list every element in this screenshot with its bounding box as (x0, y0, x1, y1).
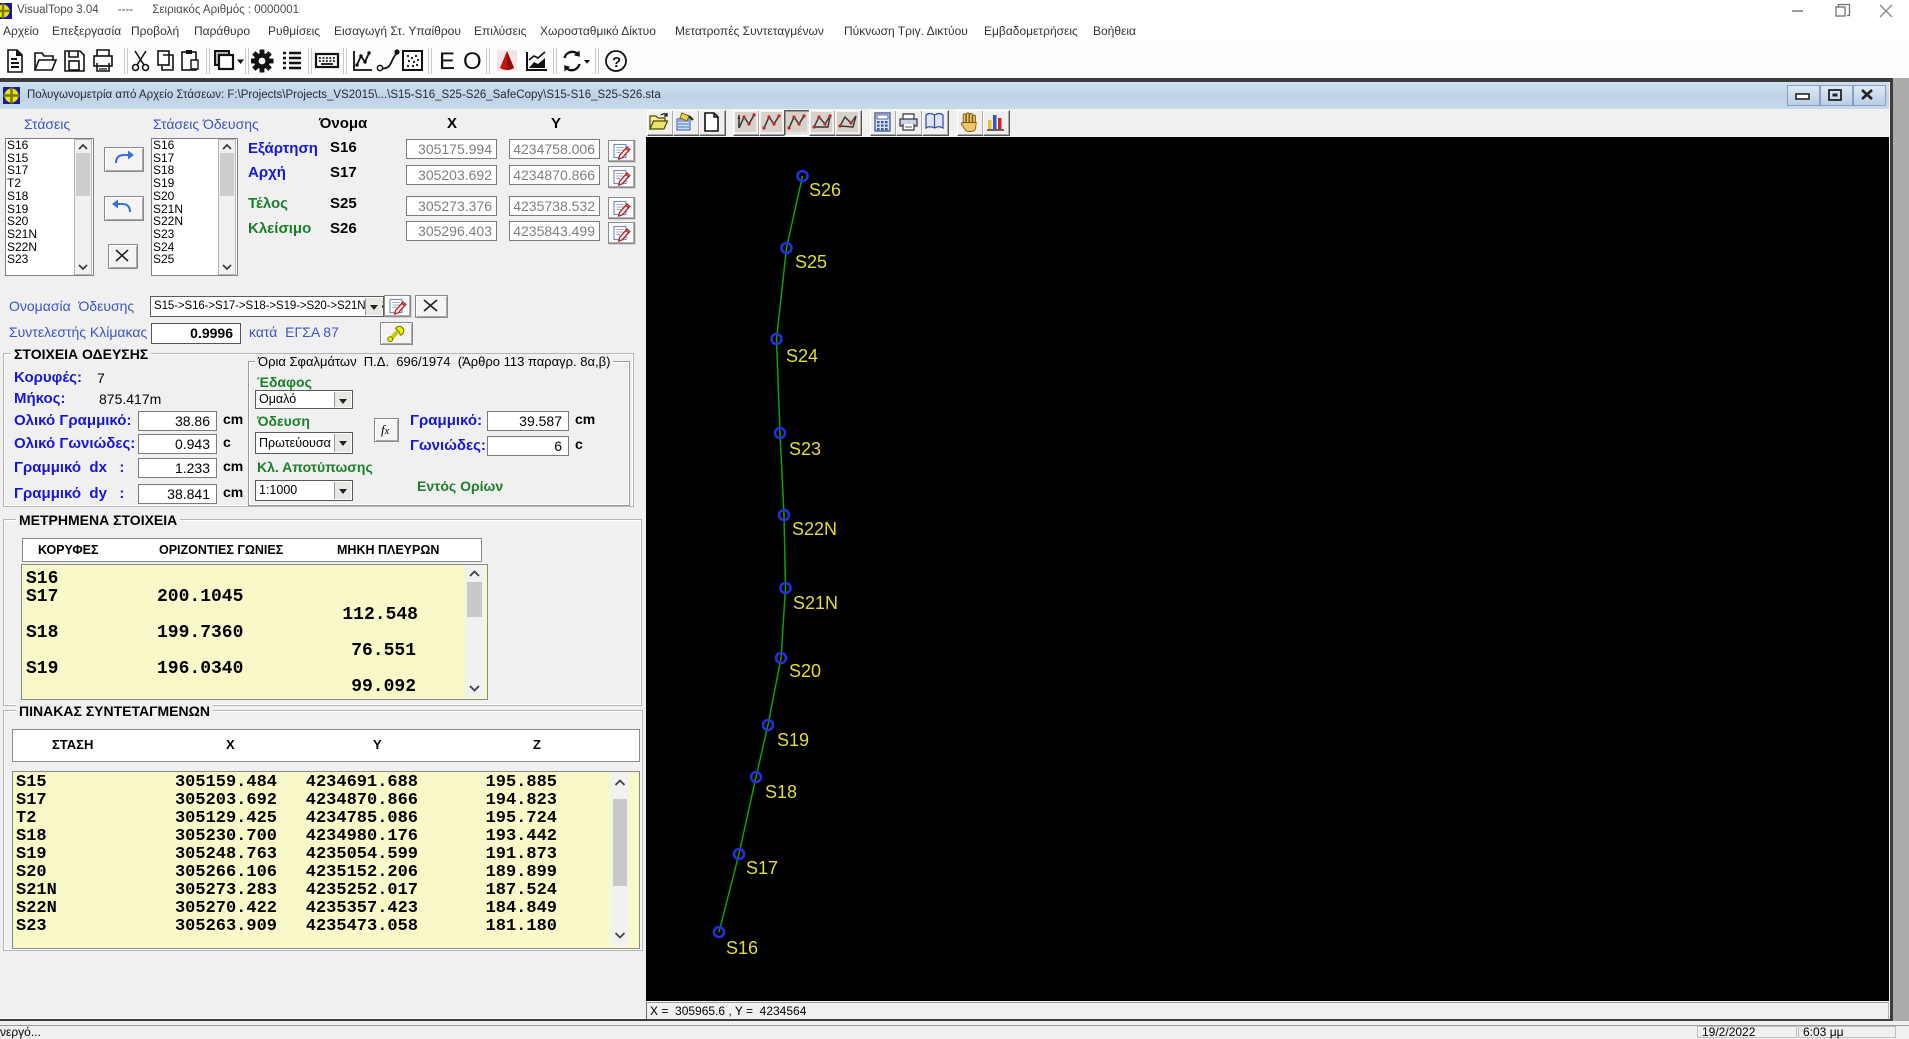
svg-text:O: O (463, 48, 481, 74)
svg-text:?: ? (612, 54, 621, 71)
svg-text:S17: S17 (746, 858, 778, 878)
svg-text:S25: S25 (795, 252, 827, 272)
svg-text:S23: S23 (789, 439, 821, 459)
svg-text:S24: S24 (786, 346, 818, 366)
svg-text:S21N: S21N (793, 593, 838, 613)
svg-text:S18: S18 (765, 782, 797, 802)
svg-text:S22N: S22N (792, 519, 837, 539)
svg-text:S16: S16 (726, 938, 758, 958)
svg-text:S19: S19 (777, 730, 809, 750)
svg-text:E: E (439, 48, 455, 74)
svg-text:S26: S26 (809, 180, 841, 200)
svg-text:S20: S20 (789, 661, 821, 681)
